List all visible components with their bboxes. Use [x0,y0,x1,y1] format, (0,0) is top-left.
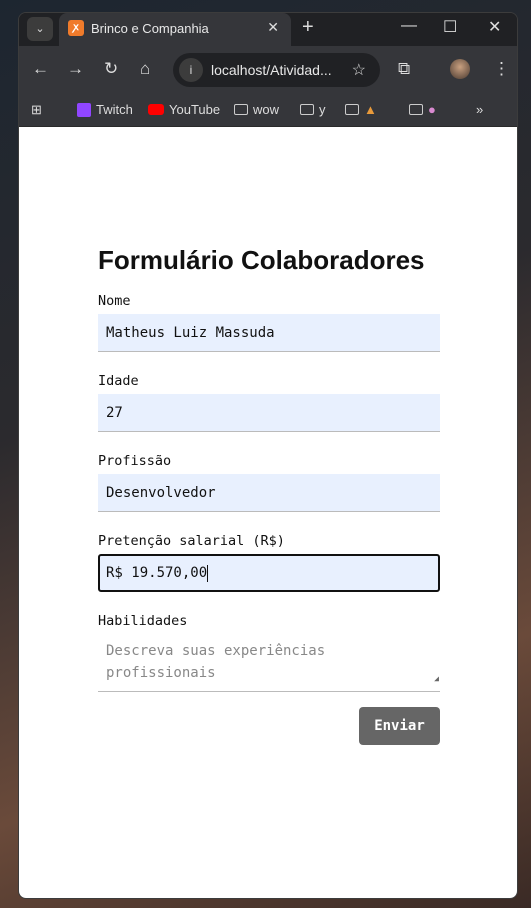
tab-search-button[interactable]: ⌄ [27,17,53,41]
url-text: localhost/Atividad... [211,62,332,78]
address-bar[interactable]: i localhost/Atividad... ☆ [173,53,380,87]
toolbar: ← → ↻ ⌂ i localhost/Atividad... ☆ ⧉ ⋮ [19,46,517,94]
more-bookmarks-icon[interactable]: » [476,102,483,117]
bookmark-youtube[interactable]: YouTube [148,102,220,117]
minimize-button[interactable]: — [401,17,417,35]
text-caret [207,564,209,582]
emoji-icon: ▲ [364,102,377,117]
profile-avatar[interactable] [450,59,470,79]
age-input[interactable]: 27 [98,394,440,432]
menu-icon[interactable]: ⋮ [493,59,510,79]
apps-icon[interactable]: ⊞ [31,102,42,118]
home-icon[interactable]: ⌂ [140,59,150,79]
extensions-icon[interactable]: ⧉ [398,59,410,79]
bookmark-folder-4[interactable]: ● [409,102,436,117]
name-label: Nome [98,293,131,309]
bookmarks-bar: ⊞ Twitch YouTube wow y ▲ ● » [19,94,517,127]
tab-strip: ⌄ ꭗ Brinco e Companhia ✕ + — ☐ ✕ [19,13,517,46]
close-window-button[interactable]: ✕ [488,17,501,37]
youtube-icon [148,104,164,115]
folder-icon [345,104,359,115]
tab-title: Brinco e Companhia [91,21,209,36]
resize-grip-icon[interactable]: ◢ [434,668,439,690]
folder-icon [409,104,423,115]
back-icon[interactable]: ← [32,59,49,79]
folder-icon [300,104,314,115]
twitch-icon [77,102,91,117]
reload-icon[interactable]: ↻ [104,59,118,79]
tab-active[interactable]: ꭗ Brinco e Companhia ✕ [59,13,291,46]
profession-input[interactable]: Desenvolvedor [98,474,440,512]
age-label: Idade [98,373,139,389]
maximize-button[interactable]: ☐ [443,17,457,37]
bookmark-folder-y[interactable]: y [300,102,326,117]
profession-label: Profissão [98,453,172,469]
bookmark-label: y [319,102,326,117]
bookmark-label: YouTube [169,102,221,117]
bookmark-label: wow [253,102,280,117]
skills-textarea[interactable]: Descreva suas experiências profissionais… [98,634,440,692]
new-tab-button[interactable]: + [302,16,314,39]
submit-button[interactable]: Enviar [359,707,440,745]
bookmark-star-icon[interactable]: ☆ [352,60,366,80]
folder-icon [234,104,248,115]
bookmark-twitch[interactable]: Twitch [77,102,133,117]
site-info-icon[interactable]: i [179,58,203,82]
name-input[interactable]: Matheus Luiz Massuda [98,314,440,352]
tab-close-icon[interactable]: ✕ [267,19,279,36]
collaborator-form: Formulário Colaboradores Nome Matheus Lu… [98,245,440,745]
forward-icon[interactable]: → [67,59,84,79]
skills-placeholder: Descreva suas experiências profissionais [106,643,326,681]
page-title: Formulário Colaboradores [98,245,425,275]
salary-input[interactable]: R$ 19.570,00 [98,554,440,592]
salary-label: Pretenção salarial (R$) [98,533,285,549]
browser-window: ⌄ ꭗ Brinco e Companhia ✕ + — ☐ ✕ ← → ↻ ⌂… [18,12,518,899]
bookmark-label: Twitch [96,102,133,117]
bookmark-folder-wow[interactable]: wow [234,102,279,117]
xampp-favicon-icon: ꭗ [68,20,84,36]
emoji-icon: ● [428,102,436,117]
bookmark-folder-3[interactable]: ▲ [345,102,377,117]
skills-label: Habilidades [98,613,188,629]
page-content: Formulário Colaboradores Nome Matheus Lu… [19,127,517,898]
salary-value: R$ 19.570,00 [106,565,208,581]
